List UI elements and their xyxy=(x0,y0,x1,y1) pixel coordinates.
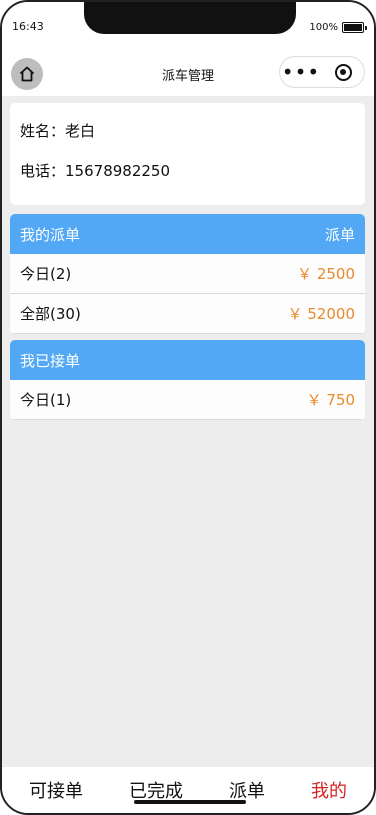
phone-value: 15678982250 xyxy=(65,162,170,180)
more-options-button[interactable]: ••• xyxy=(280,57,322,87)
row-label: 今日(1) xyxy=(20,391,72,409)
name-value: 老白 xyxy=(65,122,96,140)
home-indicator xyxy=(134,800,246,804)
main-content: 姓名：老白 电话：15678982250 我的派单 派单 今日(2) ￥ 250… xyxy=(10,103,365,420)
battery-percentage: 100% xyxy=(309,22,338,33)
status-bar: 16:43 100% xyxy=(2,2,374,52)
dispatch-action-link[interactable]: 派单 xyxy=(325,224,355,245)
phone-label: 电话： xyxy=(20,162,66,180)
profile-card: 姓名：老白 电话：15678982250 xyxy=(10,103,365,205)
row-amount: ￥ 2500 xyxy=(297,265,355,283)
my-dispatch-section: 我的派单 派单 今日(2) ￥ 2500 全部(30) ￥ 52000 xyxy=(10,214,365,334)
mini-program-capsule: ••• xyxy=(279,56,365,88)
my-dispatch-header: 我的派单 派单 xyxy=(10,214,365,254)
more-dots-icon: ••• xyxy=(281,60,321,84)
my-accepted-section: 我已接单 今日(1) ￥ 750 xyxy=(10,340,365,420)
my-dispatch-title: 我的派单 xyxy=(20,225,81,244)
dispatch-today-row[interactable]: 今日(2) ￥ 2500 xyxy=(10,254,365,294)
bottom-tab-bar: 可接单 已完成 派单 我的 xyxy=(2,767,374,813)
phone-frame: 16:43 100% 派车管理 ••• 姓名：老白 电话：15678982250 xyxy=(0,0,376,815)
notch xyxy=(84,2,296,34)
phone-row: 电话：15678982250 xyxy=(20,161,355,181)
close-target-icon xyxy=(334,63,352,81)
row-amount: ￥ 52000 xyxy=(287,305,356,323)
my-accepted-title: 我已接单 xyxy=(20,351,81,370)
row-label: 全部(30) xyxy=(20,305,81,323)
my-accepted-header: 我已接单 xyxy=(10,340,365,380)
name-row: 姓名：老白 xyxy=(20,121,355,141)
close-button[interactable] xyxy=(322,57,364,87)
accepted-today-row[interactable]: 今日(1) ￥ 750 xyxy=(10,380,365,420)
nav-bar: 派车管理 ••• xyxy=(2,52,374,96)
tab-mine[interactable]: 我的 xyxy=(311,777,347,803)
row-amount: ￥ 750 xyxy=(306,391,355,409)
dispatch-all-row[interactable]: 全部(30) ￥ 52000 xyxy=(10,294,365,334)
row-label: 今日(2) xyxy=(20,265,72,283)
status-time: 16:43 xyxy=(12,20,44,33)
name-label: 姓名： xyxy=(20,122,66,140)
tab-available-orders[interactable]: 可接单 xyxy=(29,777,83,803)
battery-icon xyxy=(342,22,367,33)
